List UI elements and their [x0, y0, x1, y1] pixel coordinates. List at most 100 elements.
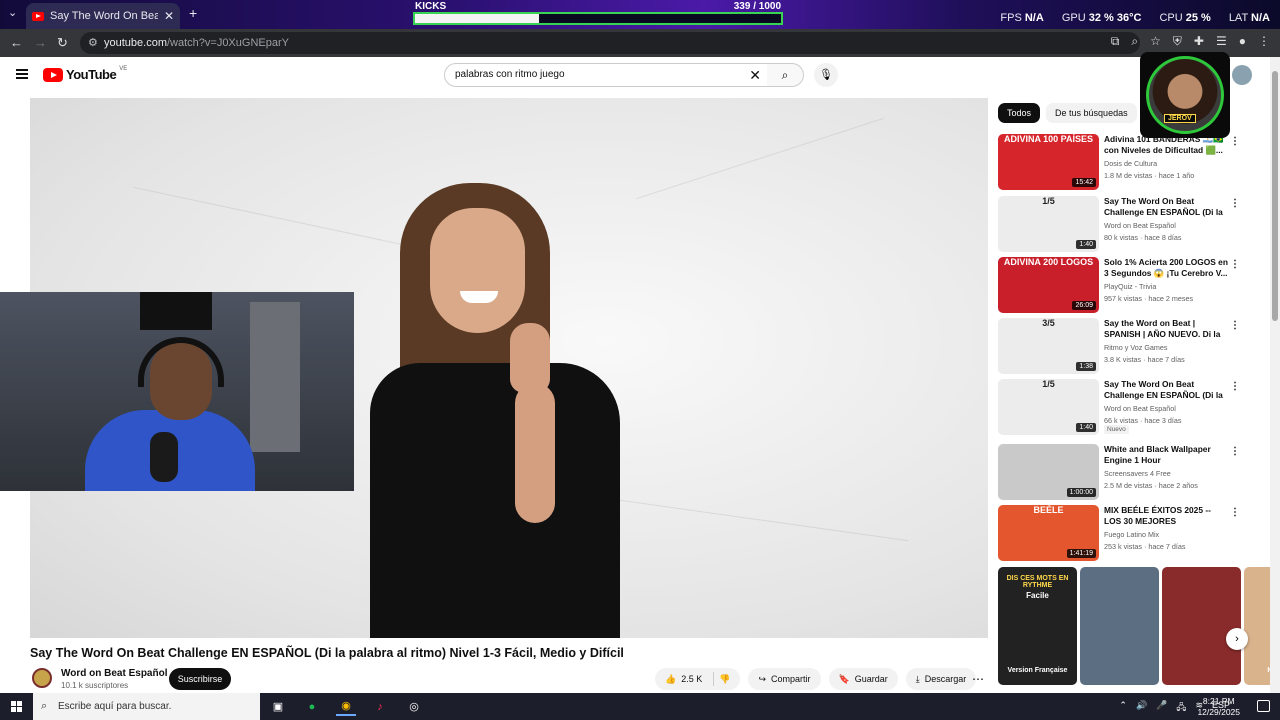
kicks-counter-overlay: KICKS 339 / 1000	[413, 0, 783, 27]
search-input[interactable]: palabras con ritmo juego ✕	[444, 63, 768, 87]
voice-search-button[interactable]: 🎙	[814, 63, 838, 87]
browser-menu-icon[interactable]: ⋮	[1258, 34, 1270, 49]
recommendation-item[interactable]: 1/5 1:40 Say The Word On Beat Challenge EN…	[998, 379, 1243, 437]
like-button[interactable]: 👍 2.5 K 👎	[655, 668, 741, 690]
browser-tab-active[interactable]: Say The Word On Beat Challen ✕	[26, 3, 180, 29]
more-options-icon[interactable]: ⋮	[1230, 320, 1240, 331]
recommendation-title[interactable]: MIX BEÉLE ÉXITOS 2025 -- LOS 30 MEJORES …	[1104, 505, 1228, 528]
taskbar-clock[interactable]: 8:21 PM 12/29/2025	[1197, 696, 1240, 718]
shield-extension-icon[interactable]: ⛨	[1173, 34, 1182, 49]
notifications-icon[interactable]	[1257, 700, 1270, 712]
account-avatar[interactable]	[1232, 65, 1252, 85]
tab-search-chevron-icon[interactable]: ⌄	[8, 6, 17, 19]
network-icon[interactable]: 🖧	[1176, 700, 1186, 716]
tray-chevron-icon[interactable]: ⌃	[1119, 700, 1127, 716]
recommendation-channel[interactable]: Ritmo y Voz Games	[1104, 343, 1168, 352]
recommendation-title[interactable]: Say The Word On Beat Challenge EN ESPAÑO…	[1104, 379, 1228, 402]
chrome-icon[interactable]: ◉	[336, 697, 356, 716]
more-options-icon[interactable]: ⋮	[1230, 198, 1240, 209]
forward-arrow-icon[interactable]: →	[34, 35, 47, 50]
recommendation-channel[interactable]: Fuego Latino Mix	[1104, 530, 1159, 539]
microphone-icon[interactable]: 🎤	[1156, 700, 1167, 716]
close-tab-icon[interactable]: ✕	[164, 9, 174, 23]
windows-start-icon[interactable]	[11, 701, 22, 712]
recommendation-thumbnail[interactable]: 1:00:00	[998, 444, 1099, 500]
chip-todos[interactable]: Todos	[998, 103, 1041, 123]
new-tab-icon[interactable]: +	[189, 5, 197, 21]
recommendation-thumbnail[interactable]: 1/5 1:40	[998, 379, 1099, 435]
channel-name[interactable]: Word on Beat Español	[61, 668, 168, 679]
save-button[interactable]: 🔖 Guardar	[828, 668, 898, 690]
cast-icon[interactable]: ⧉	[1111, 34, 1120, 49]
video-duration: 1:40	[1076, 423, 1096, 432]
recommendation-channel[interactable]: Screensavers 4 Free	[1104, 469, 1171, 478]
recommendation-item[interactable]: BEÉLE 1:41:19 MIX BEÉLE ÉXITOS 2025 -- LOS…	[998, 505, 1243, 563]
recommendation-item[interactable]: 1:00:00 White and Black Wallpaper Engine …	[998, 444, 1243, 502]
kicks-progress-bar	[413, 12, 783, 25]
more-options-icon[interactable]: ⋮	[1230, 381, 1240, 392]
recommendation-item[interactable]: ADIVINA 200 LOGOS 26:09 Solo 1% Acierta 20…	[998, 257, 1243, 315]
recommendation-item[interactable]: ADIVINA 100 PAÍSES 15:42 Adivina 101 BANDE…	[998, 134, 1243, 192]
thumbs-down-icon[interactable]: 👎	[719, 674, 730, 685]
channel-avatar[interactable]	[32, 668, 52, 688]
scrollbar-thumb[interactable]	[1272, 71, 1278, 321]
guide-menu-icon[interactable]	[16, 69, 28, 79]
recommendation-channel[interactable]: Word on Beat Español	[1104, 221, 1176, 230]
spotify-icon[interactable]: ●	[302, 697, 322, 716]
recommendation-item[interactable]: 1/5 1:40 Say The Word On Beat Challenge EN…	[998, 196, 1243, 254]
taskbar-apps: ▣ ● ◉ ♪ ◎	[268, 697, 424, 716]
recommendation-title[interactable]: Say the Word on Beat | SPANISH | AÑO NUE…	[1104, 318, 1228, 341]
youtube-logo[interactable]: YouTube VE	[43, 66, 127, 82]
page-scrollbar[interactable]	[1270, 57, 1280, 693]
recommendation-meta: 3.8 K vistas · hace 7 días	[1104, 355, 1185, 364]
reading-list-icon[interactable]: ☰	[1216, 34, 1227, 49]
back-arrow-icon[interactable]: ←	[10, 35, 23, 50]
clock-date: 12/29/2025	[1197, 707, 1240, 717]
short-subtitle: Facile	[1026, 591, 1049, 600]
profile-icon[interactable]: ●	[1239, 34, 1246, 49]
search-button[interactable]: ⌕	[767, 63, 804, 87]
share-button[interactable]: ↪ Compartir	[748, 668, 821, 690]
subscribe-button[interactable]: Suscribirse	[169, 668, 231, 690]
recommendation-thumbnail[interactable]: ADIVINA 100 PAÍSES 15:42	[998, 134, 1099, 190]
volume-icon[interactable]: 🔊	[1136, 700, 1147, 716]
more-actions-icon[interactable]: ⋯	[972, 672, 984, 686]
more-options-icon[interactable]: ⋮	[1230, 507, 1240, 518]
taskbar-search-input[interactable]: ⌕ Escribe aquí para buscar.	[33, 693, 260, 720]
recommendation-title[interactable]: Solo 1% Acierta 200 LOGOS en 3 Segundos …	[1104, 257, 1228, 279]
recommendation-title[interactable]: White and Black Wallpaper Engine 1 Hour	[1104, 444, 1228, 466]
extensions-puzzle-icon[interactable]: ✚	[1194, 34, 1204, 49]
performance-overlay: FPS N/A GPU 32 % 36°C CPU 25 % LAT N/A	[1000, 12, 1270, 24]
recommendation-thumbnail[interactable]: ADIVINA 200 LOGOS 26:09	[998, 257, 1099, 313]
recommendation-item[interactable]: 3/5 1:38 Say the Word on Beat | SPANISH | …	[998, 318, 1243, 376]
task-view-icon[interactable]: ▣	[268, 697, 288, 716]
gpu-readout: GPU 32 % 36°C	[1061, 12, 1142, 24]
video-title: Say The Word On Beat Challenge EN ESPAÑO…	[30, 646, 624, 660]
address-bar[interactable]: ⚙ youtube.com/watch?v=J0XuGNEparY	[80, 32, 1140, 54]
capcut-icon[interactable]: ♪	[370, 697, 390, 716]
search-icon: ⌕	[41, 700, 48, 712]
more-options-icon[interactable]: ⋮	[1230, 446, 1240, 457]
reload-icon[interactable]: ↻	[57, 35, 68, 51]
short-thumbnail[interactable]: DIS CES MOTS EN RYTHME Facile Version Fran…	[998, 567, 1077, 685]
recommendation-thumbnail[interactable]: 1/5 1:40	[998, 196, 1099, 252]
shorts-next-chevron-icon[interactable]: ›	[1226, 628, 1248, 650]
recommendation-channel[interactable]: Dosis de Cultura	[1104, 159, 1157, 168]
zoom-icon[interactable]: ⌕	[1131, 34, 1138, 49]
recommendation-channel[interactable]: PlayQuiz - Trivia	[1104, 282, 1156, 291]
more-options-icon[interactable]: ⋮	[1230, 259, 1240, 270]
more-options-icon[interactable]: ⋮	[1230, 136, 1240, 147]
clear-search-icon[interactable]: ✕	[749, 64, 761, 86]
bookmark-star-icon[interactable]: ☆	[1150, 34, 1161, 49]
chip-de-tus-busquedas[interactable]: De tus búsquedas	[1046, 103, 1137, 123]
recommendation-thumbnail[interactable]: BEÉLE 1:41:19	[998, 505, 1099, 561]
obs-icon[interactable]: ◎	[404, 697, 424, 716]
bookmark-icon: 🔖	[838, 673, 850, 684]
recommendation-thumbnail[interactable]: 3/5 1:38	[998, 318, 1099, 374]
recommendation-channel[interactable]: Word on Beat Español	[1104, 404, 1176, 413]
short-thumbnail[interactable]	[1162, 567, 1241, 685]
short-thumbnail[interactable]	[1080, 567, 1159, 685]
site-info-icon[interactable]: ⚙	[88, 32, 98, 54]
recommendation-title[interactable]: Say The Word On Beat Challenge EN ESPAÑO…	[1104, 196, 1228, 219]
download-button[interactable]: ⤓ Descargar	[905, 668, 977, 690]
